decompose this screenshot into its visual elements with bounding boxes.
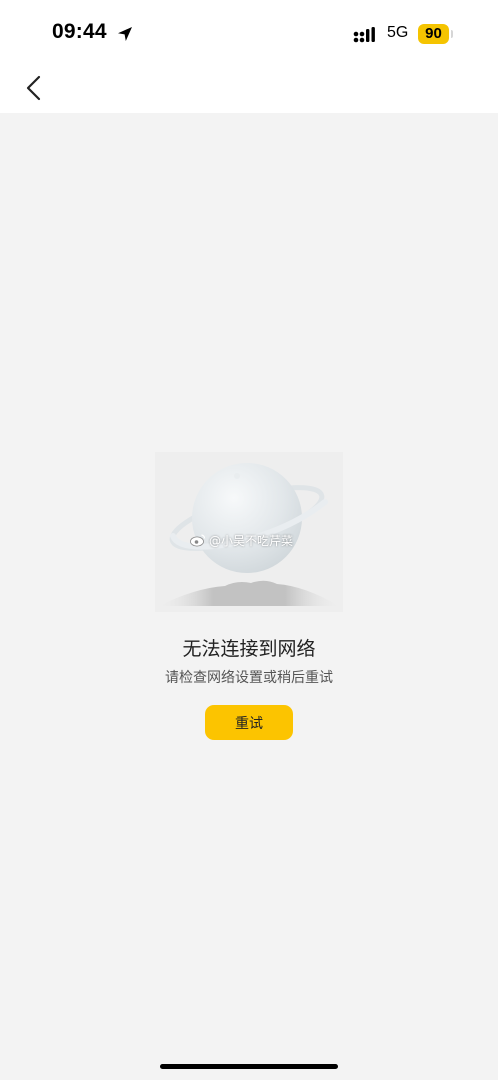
chevron-left-icon[interactable] xyxy=(18,72,50,104)
battery-tip xyxy=(451,30,453,38)
status-time: 09:44 xyxy=(52,20,107,43)
watermark: @小吴不吃芹菜 xyxy=(190,530,310,550)
signal-icon xyxy=(353,27,375,43)
home-indicator[interactable] xyxy=(160,1064,338,1069)
battery-icon: 90 xyxy=(418,24,453,44)
retry-button[interactable]: 重试 xyxy=(205,705,293,740)
network-type: 5G xyxy=(387,24,409,41)
error-subtitle: 请检查网络设置或稍后重试 xyxy=(165,670,333,686)
weibo-icon xyxy=(190,534,206,547)
watermark-text: @小吴不吃芹菜 xyxy=(209,533,294,548)
error-title: 无法连接到网络 xyxy=(182,638,316,660)
location-arrow-icon xyxy=(118,27,132,41)
battery-level: 90 xyxy=(425,25,442,42)
top-bar: 09:44 5G 90 xyxy=(0,0,498,113)
